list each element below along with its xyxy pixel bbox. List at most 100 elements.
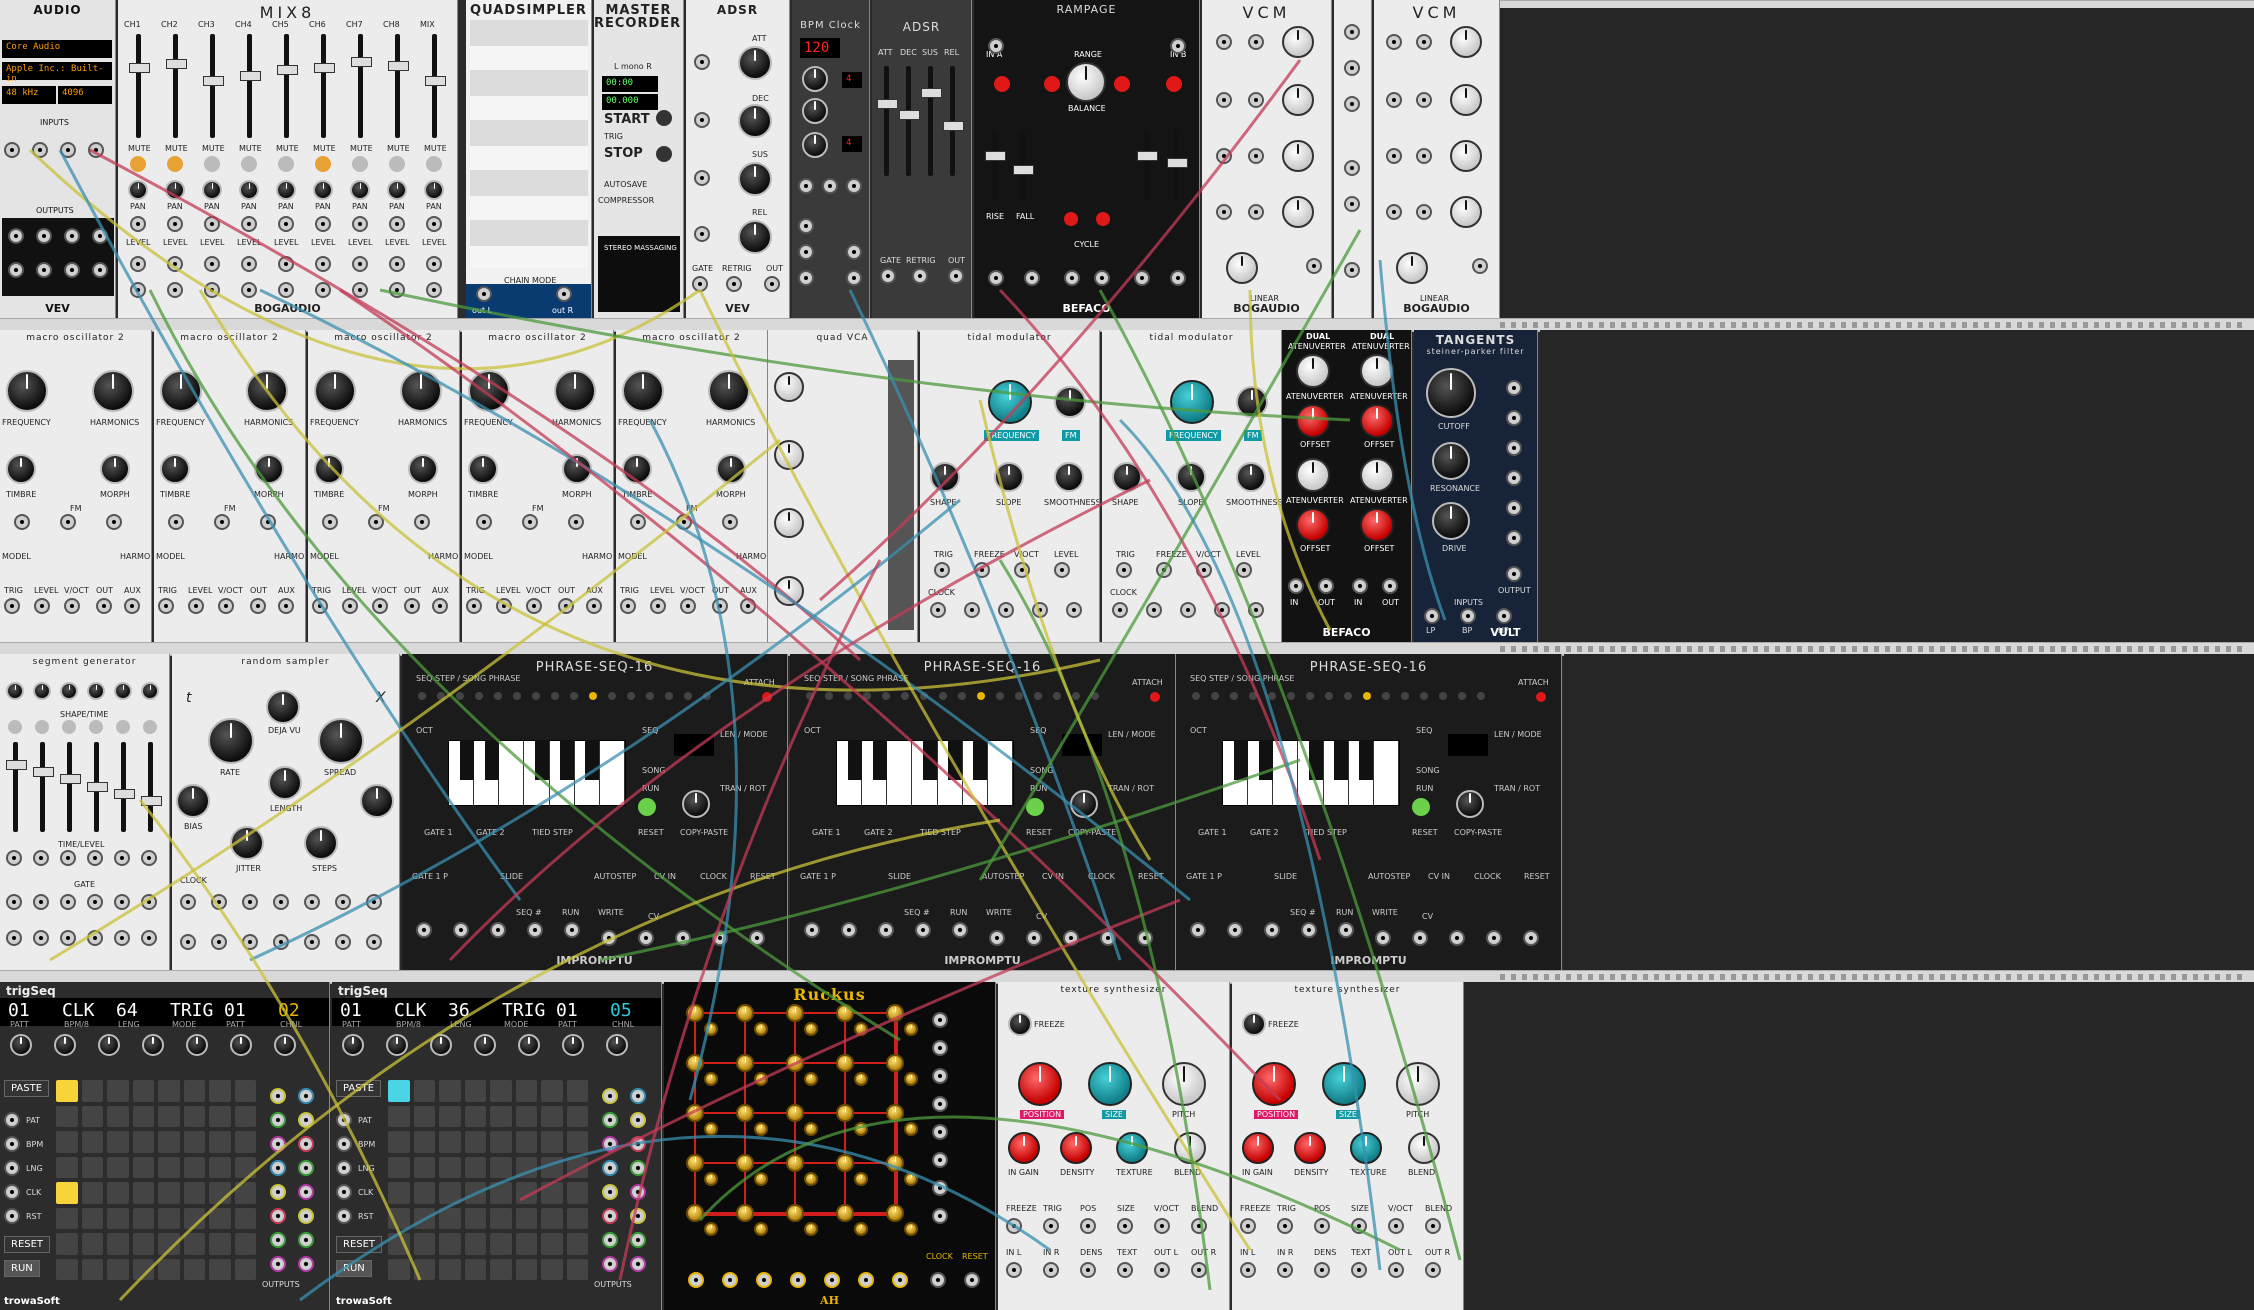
quadvca-knob[interactable] [774, 508, 804, 538]
trigseq-knob[interactable] [386, 1034, 408, 1056]
ruckus-probability-knob[interactable] [836, 1154, 854, 1172]
recorder-stop-button[interactable] [656, 146, 672, 162]
vcm1-in-jack[interactable] [1216, 148, 1232, 164]
trigseq-reset-button[interactable]: RESET [336, 1236, 383, 1253]
rampage-rise-fader[interactable] [1137, 130, 1158, 200]
segment-type-button[interactable] [8, 720, 22, 734]
mix8-in-jack[interactable] [352, 282, 368, 298]
mix8-jack[interactable] [278, 216, 294, 232]
segment-shape-knob[interactable] [114, 682, 132, 700]
ruckus-division-knob[interactable] [904, 1172, 918, 1186]
rampage-rise-fader[interactable] [985, 130, 1006, 200]
trigseq-step-pad[interactable] [209, 1131, 231, 1153]
phrase-black-key[interactable] [560, 740, 574, 780]
macro-timbre-knob[interactable] [314, 454, 344, 484]
ruckus-division-knob[interactable] [704, 1022, 718, 1036]
tidal-level-jack[interactable] [1236, 562, 1252, 578]
mix8-pan-knob[interactable] [202, 180, 222, 200]
trigseq-step-pad[interactable] [490, 1207, 512, 1229]
trigseq-step-pad[interactable] [439, 1233, 461, 1255]
macro-cv-jack[interactable] [260, 514, 276, 530]
phrase-jack[interactable] [1190, 922, 1206, 938]
trigseq-step-pad[interactable] [234, 1131, 256, 1153]
phrase-jack[interactable] [952, 922, 968, 938]
ruckus-input-jack[interactable] [858, 1272, 874, 1288]
texture-size-jack[interactable] [1351, 1218, 1367, 1234]
ruckus-probability-knob[interactable] [786, 1204, 804, 1222]
macro-trig-jack[interactable] [4, 598, 20, 614]
texture-density-knob[interactable] [1060, 1132, 1092, 1164]
ruckus-output-jack[interactable] [932, 1124, 948, 1140]
trigseq-step-pad[interactable] [439, 1080, 461, 1102]
trigseq-step-pad[interactable] [413, 1131, 435, 1153]
segment-gate-jack[interactable] [114, 894, 130, 910]
tidal-slope-knob[interactable] [994, 462, 1024, 492]
trigseq-step-pad[interactable] [388, 1080, 410, 1102]
trigseq-output-jack[interactable] [602, 1256, 618, 1272]
tidal-trig-jack[interactable] [1116, 562, 1132, 578]
mix8-level-fader[interactable] [240, 34, 261, 138]
macro-aux-jack[interactable] [586, 598, 602, 614]
trigseq-step-pad[interactable] [183, 1258, 205, 1280]
macro-level-jack[interactable] [650, 598, 666, 614]
quadvca-knob[interactable] [774, 576, 804, 606]
audio-input-jack[interactable] [60, 142, 76, 158]
ruckus-division-knob[interactable] [904, 1072, 918, 1086]
segment-out-jack[interactable] [87, 930, 103, 946]
trigseq-step-pad[interactable] [515, 1207, 537, 1229]
trigseq-step-pad[interactable] [490, 1258, 512, 1280]
texture-blend-jack[interactable] [1425, 1218, 1441, 1234]
trigseq-step-pad[interactable] [388, 1105, 410, 1127]
trigseq-step-pad[interactable] [566, 1105, 588, 1127]
ruckus-probability-knob[interactable] [786, 1004, 804, 1022]
segment-shape-knob[interactable] [33, 682, 51, 700]
macro-level-jack[interactable] [342, 598, 358, 614]
macro-frequency-knob[interactable] [6, 370, 48, 412]
texture-size-jack[interactable] [1117, 1218, 1133, 1234]
mix8-jack[interactable] [167, 256, 183, 272]
trigseq-output-jack[interactable] [270, 1136, 286, 1152]
trigseq-step-pad[interactable] [566, 1156, 588, 1178]
texture-pitch-knob[interactable] [1162, 1062, 1206, 1106]
phrase-attach-button[interactable] [1150, 692, 1160, 702]
mix8-jack[interactable] [426, 216, 442, 232]
ruckus-probability-knob[interactable] [886, 1054, 904, 1072]
texture-texture-knob[interactable] [1116, 1132, 1148, 1164]
segment-time-fader[interactable] [141, 742, 162, 832]
trigseq-output-jack[interactable] [270, 1160, 286, 1176]
tidal-freeze-jack[interactable] [1156, 562, 1172, 578]
ruckus-output-jack[interactable] [932, 1152, 948, 1168]
trigseq-step-pad[interactable] [464, 1207, 486, 1229]
trigseq-step-pad[interactable] [158, 1080, 180, 1102]
macro-trig-jack[interactable] [312, 598, 328, 614]
macro-voct-jack[interactable] [526, 598, 542, 614]
trigseq-rst-jack[interactable] [336, 1208, 352, 1224]
atten-offset-knob[interactable] [1360, 508, 1394, 542]
trigseq-step-pad[interactable] [107, 1105, 129, 1127]
audio-output-jack[interactable] [36, 262, 52, 278]
mix8-mute-button[interactable] [389, 156, 405, 172]
ruckus-output-jack[interactable] [932, 1096, 948, 1112]
trigseq-step-pad[interactable] [515, 1105, 537, 1127]
segment-type-button[interactable] [116, 720, 130, 734]
trigseq-step-pad[interactable] [490, 1131, 512, 1153]
mix8-in-jack[interactable] [278, 282, 294, 298]
trigseq-rst-jack[interactable] [4, 1208, 20, 1224]
atten-in-jack[interactable] [1352, 578, 1368, 594]
texture-freeze-knob[interactable] [1008, 1012, 1032, 1036]
trigseq-output-jack[interactable] [298, 1088, 314, 1104]
ruckus-division-knob[interactable] [754, 1022, 768, 1036]
trigseq-step-pad[interactable] [183, 1207, 205, 1229]
vcm2-level-knob[interactable] [1450, 196, 1482, 228]
vca-strip-jack[interactable] [1344, 262, 1360, 278]
trigseq-step-pad[interactable] [541, 1131, 563, 1153]
macro-cv-jack[interactable] [630, 514, 646, 530]
vca-strip-jack[interactable] [1344, 96, 1360, 112]
trigseq-step-pad[interactable] [107, 1131, 129, 1153]
adsr1-cv-jack[interactable] [694, 170, 710, 186]
phrase-jack[interactable] [601, 930, 617, 946]
macro-voct-jack[interactable] [218, 598, 234, 614]
texture-blend-knob[interactable] [1408, 1132, 1440, 1164]
ruckus-division-knob[interactable] [904, 1122, 918, 1136]
macro-out-jack[interactable] [404, 598, 420, 614]
